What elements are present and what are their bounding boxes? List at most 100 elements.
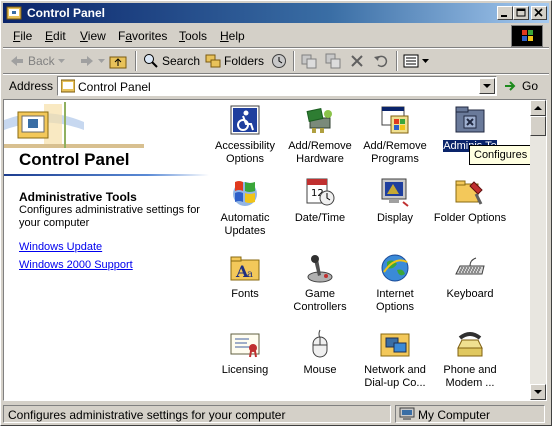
cp-item-internet-options[interactable]: Internet Options bbox=[356, 252, 434, 314]
address-input[interactable]: Control Panel bbox=[57, 76, 497, 96]
menu-edit[interactable]: Edit bbox=[45, 29, 66, 43]
address-value: Control Panel bbox=[78, 80, 151, 94]
menu-file[interactable]: File bbox=[13, 29, 32, 43]
undo-button[interactable] bbox=[373, 51, 389, 71]
status-bar: Configures administrative settings for y… bbox=[3, 404, 549, 424]
chevron-down-icon bbox=[483, 84, 491, 88]
cp-item-automatic-updates[interactable]: Automatic Updates bbox=[206, 176, 284, 238]
cp-item-label: Keyboard bbox=[446, 288, 494, 300]
menu-help[interactable]: Help bbox=[220, 29, 245, 43]
cp-item-folder-options[interactable]: Folder Options bbox=[431, 176, 509, 225]
cp-item-label: Folder Options bbox=[433, 212, 507, 224]
toolbar-separator bbox=[293, 51, 295, 71]
phone-icon bbox=[457, 332, 483, 357]
dropdown-arrow-icon bbox=[57, 59, 65, 63]
menu-tools[interactable]: Tools bbox=[179, 29, 207, 43]
toolbar: Back Search Folders bbox=[3, 49, 549, 73]
cp-item-licensing[interactable]: Licensing bbox=[206, 328, 284, 377]
title-bar[interactable]: Control Panel bbox=[3, 3, 549, 23]
joystick-icon bbox=[307, 255, 333, 283]
history-button[interactable] bbox=[271, 51, 287, 71]
go-button[interactable]: Go bbox=[503, 77, 538, 95]
scroll-up-icon bbox=[534, 106, 542, 110]
cp-item-add-remove-hardware[interactable]: Add/Remove Hardware bbox=[281, 104, 359, 166]
minimize-button[interactable] bbox=[497, 6, 513, 20]
search-button[interactable]: Search bbox=[143, 51, 200, 71]
back-arrow-icon bbox=[11, 56, 23, 66]
cp-item-display[interactable]: Display bbox=[356, 176, 434, 225]
control-panel-window: Control Panel File Edit View Favorites T… bbox=[0, 0, 552, 426]
window-title: Control Panel bbox=[27, 6, 106, 20]
search-icon bbox=[144, 54, 158, 68]
delete-icon bbox=[351, 55, 363, 67]
address-bar: Address Control Panel Go bbox=[3, 75, 549, 97]
status-zone-label: My Computer bbox=[418, 408, 491, 422]
cp-item-date-time[interactable]: 12 Date/Time bbox=[281, 176, 359, 225]
cp-item-label: Add/Remove Programs bbox=[363, 140, 427, 165]
cp-item-label: Internet Options bbox=[376, 288, 414, 313]
address-dropdown-button[interactable] bbox=[479, 78, 495, 94]
cp-item-keyboard[interactable]: Keyboard bbox=[431, 252, 509, 301]
fonts-folder-icon: Aa bbox=[230, 256, 260, 281]
windows-2000-support-link[interactable]: Windows 2000 Support bbox=[19, 259, 133, 271]
cp-item-add-remove-programs[interactable]: Add/Remove Programs bbox=[356, 104, 434, 166]
cp-item-game-controllers[interactable]: Game Controllers bbox=[281, 252, 359, 314]
cp-item-label: Fonts bbox=[231, 288, 259, 300]
menu-view[interactable]: View bbox=[80, 29, 106, 43]
folders-button[interactable]: Folders bbox=[205, 51, 264, 71]
menu-favorites[interactable]: Favorites bbox=[118, 29, 167, 43]
programs-icon bbox=[381, 106, 409, 134]
monitor-icon bbox=[381, 178, 409, 207]
info-pane: Control Panel Administrative Tools Confi… bbox=[4, 100, 209, 400]
vertical-scrollbar[interactable] bbox=[530, 100, 546, 400]
status-zone: My Computer bbox=[395, 405, 545, 423]
control-panel-banner-icon bbox=[4, 102, 144, 148]
cp-item-fonts[interactable]: Aa Fonts bbox=[206, 252, 284, 301]
delete-button[interactable] bbox=[349, 51, 365, 71]
cp-item-label: Network and Dial-up Co... bbox=[364, 364, 426, 389]
hardware-icon bbox=[306, 108, 332, 133]
copy-to-icon bbox=[325, 53, 341, 69]
up-folder-button[interactable] bbox=[109, 51, 127, 71]
folders-icon bbox=[205, 54, 221, 68]
globe-icon bbox=[381, 254, 409, 282]
history-icon bbox=[272, 54, 286, 68]
scroll-thumb[interactable] bbox=[530, 116, 546, 136]
toolbar-separator bbox=[396, 51, 398, 71]
close-button[interactable] bbox=[531, 6, 547, 20]
cp-item-phone-modem[interactable]: Phone and Modem ... bbox=[431, 328, 509, 390]
back-button[interactable]: Back bbox=[9, 51, 65, 71]
cp-item-network-dialup[interactable]: Network and Dial-up Co... bbox=[356, 328, 434, 390]
accessibility-icon bbox=[230, 105, 260, 135]
menu-bar: File Edit View Favorites Tools Help bbox=[3, 25, 549, 47]
toolbar-separator bbox=[135, 51, 137, 71]
folder-options-icon bbox=[455, 180, 483, 205]
cp-item-mouse[interactable]: Mouse bbox=[281, 328, 359, 377]
undo-icon bbox=[374, 55, 388, 68]
scroll-down-icon bbox=[534, 390, 542, 394]
windows-update-link[interactable]: Windows Update bbox=[19, 241, 102, 253]
selected-item-title: Administrative Tools bbox=[19, 190, 137, 204]
scroll-down-button[interactable] bbox=[530, 384, 546, 400]
computer-icon bbox=[399, 407, 415, 420]
forward-button[interactable] bbox=[79, 51, 105, 71]
pane-title: Control Panel bbox=[19, 150, 130, 169]
maximize-button[interactable] bbox=[513, 6, 529, 20]
back-label: Back bbox=[28, 54, 55, 68]
move-to-icon bbox=[301, 54, 317, 69]
cp-item-label: Game Controllers bbox=[293, 288, 347, 313]
views-button[interactable] bbox=[403, 51, 429, 71]
address-label: Address bbox=[9, 79, 54, 93]
selected-item-description: Configures administrative settings for y… bbox=[19, 204, 200, 229]
go-arrow-icon bbox=[505, 81, 516, 91]
cp-item-label: Phone and Modem ... bbox=[443, 364, 497, 389]
views-icon bbox=[403, 54, 419, 68]
search-label: Search bbox=[162, 54, 201, 68]
keyboard-icon bbox=[455, 257, 485, 275]
copy-to-button[interactable] bbox=[325, 51, 341, 71]
windows-logo-icon bbox=[511, 25, 543, 47]
cp-item-label: Accessibility Options bbox=[215, 140, 275, 165]
cp-item-accessibility[interactable]: Accessibility Options bbox=[206, 104, 284, 166]
scroll-up-button[interactable] bbox=[530, 100, 546, 116]
move-to-button[interactable] bbox=[301, 51, 317, 71]
